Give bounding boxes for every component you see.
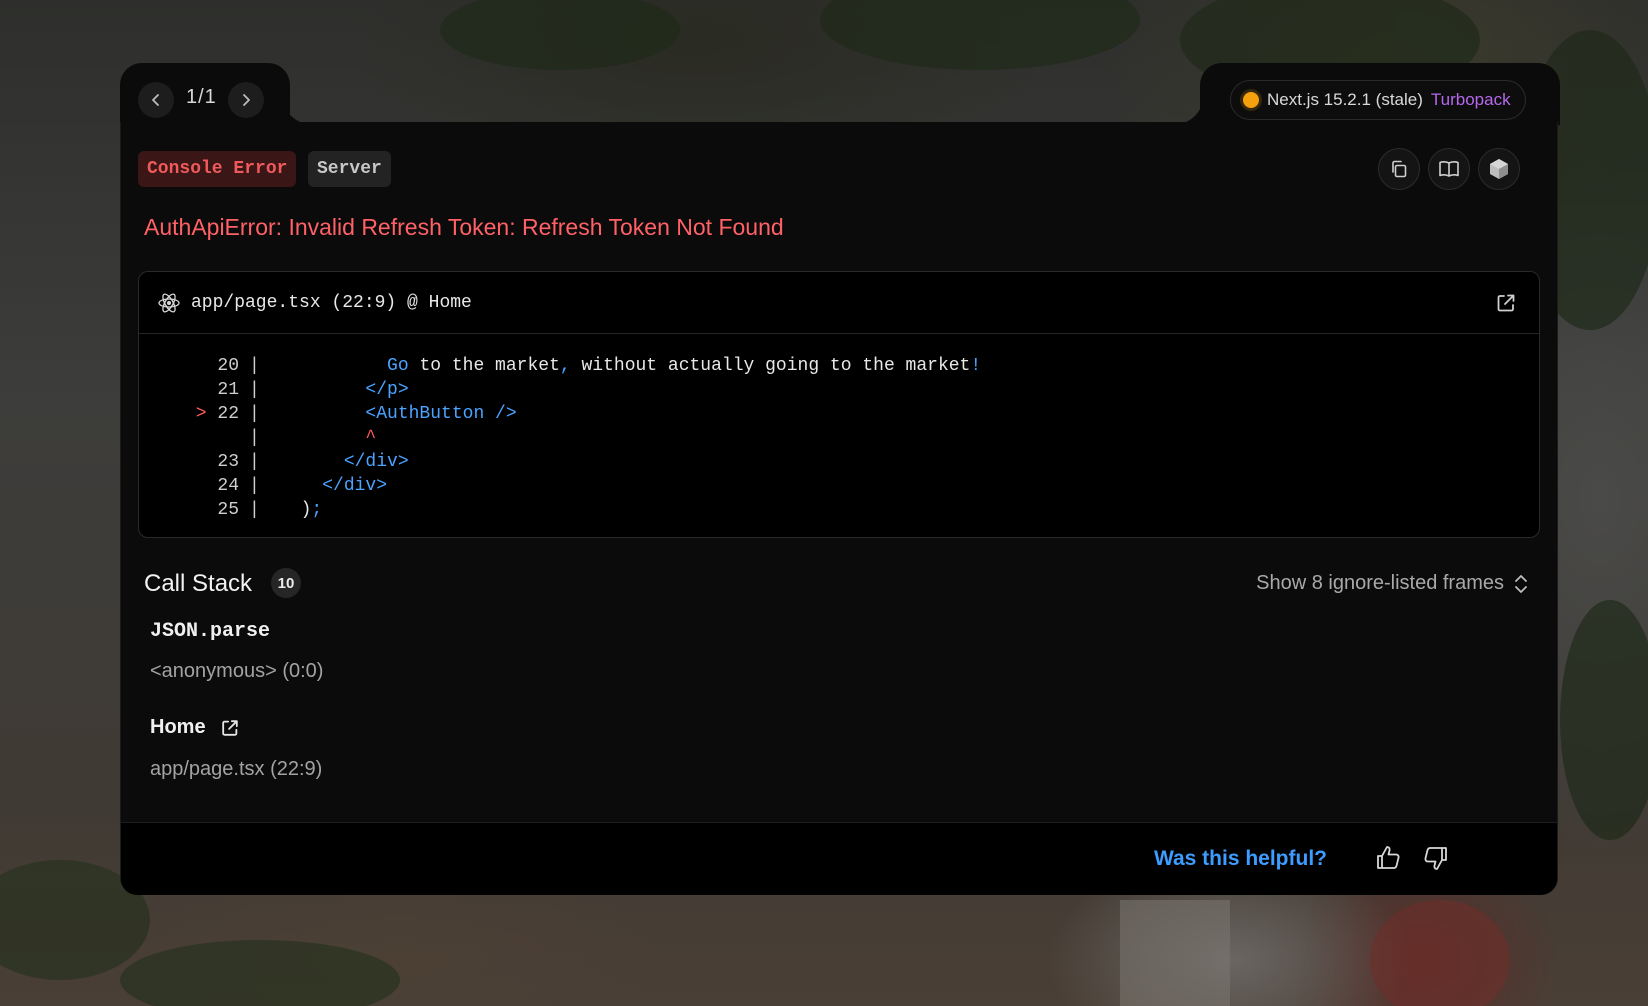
code-token: ^ bbox=[365, 428, 377, 448]
stack-frame-function-name: Home bbox=[150, 716, 206, 738]
stale-status-dot bbox=[1243, 92, 1259, 108]
code-token: Go bbox=[387, 356, 409, 376]
code-line: 21 | </p> bbox=[139, 378, 1539, 402]
show-ignored-frames-label: Show 8 ignore-listed frames bbox=[1256, 572, 1504, 594]
line-number: 23 bbox=[217, 452, 239, 472]
stack-frame-function[interactable]: JSON.parse bbox=[150, 620, 270, 643]
line-number: > 22 bbox=[195, 404, 239, 424]
code-frame-header: app/page.tsx (22:9) @ Home bbox=[139, 272, 1539, 334]
line-separator: | bbox=[249, 356, 260, 376]
error-message: AuthApiError: Invalid Refresh Token: Ref… bbox=[144, 214, 784, 240]
error-counter: 1/1 bbox=[186, 86, 217, 108]
code-line: 23 | </div> bbox=[139, 450, 1539, 474]
code-lines: 20 | Go to the market, without actually g… bbox=[139, 334, 1539, 522]
version-label: Next.js 15.2.1 (stale) bbox=[1267, 90, 1423, 109]
code-token: ! bbox=[970, 356, 982, 376]
code-line: 24 | </div> bbox=[139, 474, 1539, 498]
code-token: ) bbox=[300, 500, 312, 520]
chevron-up-down-icon bbox=[1515, 574, 1527, 593]
stack-frame-function[interactable]: Home bbox=[150, 716, 240, 739]
console-error-badge: Console Error bbox=[138, 151, 297, 187]
line-number bbox=[139, 426, 239, 450]
docs-book-icon bbox=[1439, 161, 1459, 177]
feedback-question: Was this helpful? bbox=[1153, 847, 1327, 870]
code-line: 25 | ); bbox=[139, 498, 1539, 522]
line-number: 20 bbox=[217, 356, 239, 376]
line-code: </div> bbox=[279, 450, 409, 474]
nodejs-hexagon-icon bbox=[1490, 159, 1508, 179]
stack-frame-function-name: JSON.parse bbox=[150, 620, 271, 643]
line-code: ^ bbox=[279, 426, 376, 450]
code-token: </div> bbox=[343, 452, 409, 472]
line-code: <AuthButton /> bbox=[279, 402, 517, 426]
line-number: 21 bbox=[217, 380, 239, 400]
code-frame-file: app/page.tsx (22:9) @ Home bbox=[191, 292, 472, 313]
code-line: 20 | Go to the market, without actually g… bbox=[139, 354, 1539, 378]
thumbs-down-icon[interactable] bbox=[1421, 843, 1451, 873]
code-token: , bbox=[559, 356, 571, 376]
previous-error-button[interactable] bbox=[138, 82, 174, 118]
line-separator: | bbox=[249, 476, 260, 496]
line-separator: | bbox=[249, 452, 260, 472]
react-icon bbox=[158, 292, 180, 313]
nodejs-inspector-button[interactable] bbox=[1478, 148, 1520, 190]
line-code: </div> bbox=[279, 474, 387, 498]
code-line: | ^ bbox=[139, 426, 1539, 450]
line-separator: | bbox=[249, 428, 260, 448]
next-error-button[interactable] bbox=[228, 82, 264, 118]
docs-button[interactable] bbox=[1428, 148, 1470, 190]
call-stack-title: Call Stack bbox=[144, 570, 253, 597]
code-token: to the market bbox=[408, 356, 560, 376]
bundler-label: Turbopack bbox=[1430, 90, 1511, 109]
code-frame: app/page.tsx (22:9) @ Home 20 | Go to the… bbox=[138, 271, 1540, 538]
line-code: </p> bbox=[279, 378, 409, 402]
code-token: ; bbox=[311, 500, 323, 520]
line-separator: | bbox=[249, 380, 260, 400]
error-line-marker: > bbox=[195, 404, 218, 424]
code-token: without actually going to the market bbox=[570, 356, 971, 376]
call-stack-count: 10 bbox=[271, 568, 301, 598]
line-number: 24 bbox=[217, 476, 239, 496]
line-number: 25 bbox=[217, 500, 239, 520]
line-separator: | bbox=[249, 500, 260, 520]
code-token: </div> bbox=[322, 476, 388, 496]
code-token: <AuthButton /> bbox=[365, 404, 517, 424]
code-line: > 22 | <AuthButton /> bbox=[139, 402, 1539, 426]
line-code: Go to the market, without actually going… bbox=[279, 354, 981, 378]
code-token: </p> bbox=[365, 380, 409, 400]
copy-error-button[interactable] bbox=[1378, 148, 1420, 190]
line-code: ); bbox=[279, 498, 323, 522]
chevron-right-icon bbox=[243, 94, 250, 106]
external-link-icon[interactable] bbox=[220, 718, 240, 738]
copy-icon bbox=[1392, 160, 1407, 178]
thumbs-up-icon[interactable] bbox=[1373, 843, 1403, 873]
nextjs-version-indicator[interactable]: Next.js 15.2.1 (stale) Turbopack bbox=[1230, 80, 1526, 120]
chevron-left-icon bbox=[152, 94, 159, 106]
server-badge: Server bbox=[308, 151, 391, 187]
show-ignored-frames-button[interactable]: Show 8 ignore-listed frames bbox=[1256, 572, 1528, 595]
feedback-footer: Was this helpful? bbox=[121, 822, 1557, 895]
line-separator: | bbox=[249, 404, 260, 424]
external-link-icon[interactable] bbox=[1495, 292, 1517, 314]
stack-frame-location: app/page.tsx (22:9) bbox=[150, 758, 323, 780]
stack-frame-location: <anonymous> (0:0) bbox=[150, 660, 324, 682]
